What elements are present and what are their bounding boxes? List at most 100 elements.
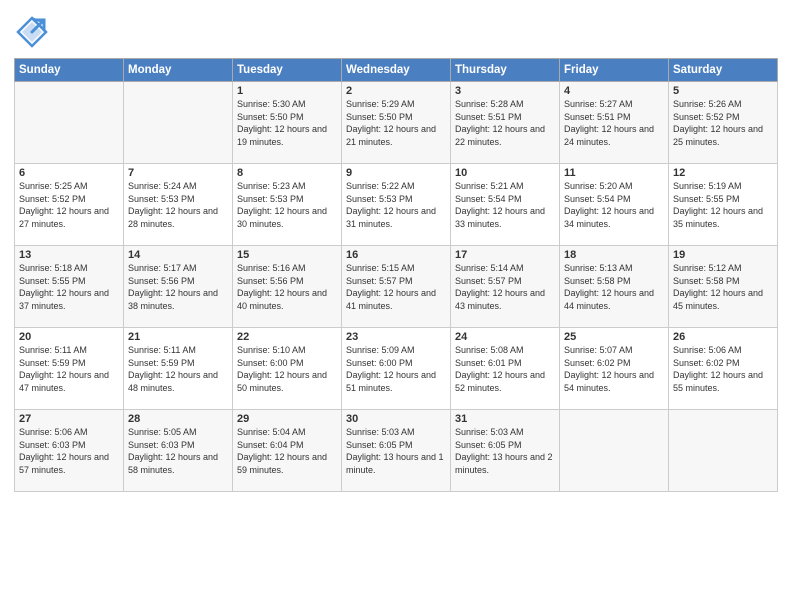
day-number: 2: [346, 85, 446, 97]
week-row-4: 20Sunrise: 5:11 AM Sunset: 5:59 PM Dayli…: [15, 328, 778, 410]
calendar-cell: 28Sunrise: 5:05 AM Sunset: 6:03 PM Dayli…: [124, 410, 233, 492]
day-info: Sunrise: 5:18 AM Sunset: 5:55 PM Dayligh…: [19, 262, 119, 312]
day-number: 31: [455, 413, 555, 425]
day-info: Sunrise: 5:04 AM Sunset: 6:04 PM Dayligh…: [237, 426, 337, 476]
day-info: Sunrise: 5:28 AM Sunset: 5:51 PM Dayligh…: [455, 98, 555, 148]
calendar-cell: 30Sunrise: 5:03 AM Sunset: 6:05 PM Dayli…: [342, 410, 451, 492]
calendar-cell: 13Sunrise: 5:18 AM Sunset: 5:55 PM Dayli…: [15, 246, 124, 328]
day-number: 7: [128, 167, 228, 179]
day-info: Sunrise: 5:08 AM Sunset: 6:01 PM Dayligh…: [455, 344, 555, 394]
calendar-cell: 2Sunrise: 5:29 AM Sunset: 5:50 PM Daylig…: [342, 82, 451, 164]
logo: [14, 14, 54, 50]
day-info: Sunrise: 5:11 AM Sunset: 5:59 PM Dayligh…: [128, 344, 228, 394]
day-info: Sunrise: 5:29 AM Sunset: 5:50 PM Dayligh…: [346, 98, 446, 148]
calendar-cell: 31Sunrise: 5:03 AM Sunset: 6:05 PM Dayli…: [451, 410, 560, 492]
day-number: 4: [564, 85, 664, 97]
day-number: 20: [19, 331, 119, 343]
calendar-cell: 3Sunrise: 5:28 AM Sunset: 5:51 PM Daylig…: [451, 82, 560, 164]
calendar-cell: [669, 410, 778, 492]
calendar-cell: 18Sunrise: 5:13 AM Sunset: 5:58 PM Dayli…: [560, 246, 669, 328]
day-info: Sunrise: 5:20 AM Sunset: 5:54 PM Dayligh…: [564, 180, 664, 230]
week-row-5: 27Sunrise: 5:06 AM Sunset: 6:03 PM Dayli…: [15, 410, 778, 492]
calendar-cell: 24Sunrise: 5:08 AM Sunset: 6:01 PM Dayli…: [451, 328, 560, 410]
day-number: 15: [237, 249, 337, 261]
calendar-cell: 5Sunrise: 5:26 AM Sunset: 5:52 PM Daylig…: [669, 82, 778, 164]
day-number: 8: [237, 167, 337, 179]
day-number: 23: [346, 331, 446, 343]
day-info: Sunrise: 5:26 AM Sunset: 5:52 PM Dayligh…: [673, 98, 773, 148]
day-info: Sunrise: 5:17 AM Sunset: 5:56 PM Dayligh…: [128, 262, 228, 312]
calendar-cell: [560, 410, 669, 492]
day-info: Sunrise: 5:23 AM Sunset: 5:53 PM Dayligh…: [237, 180, 337, 230]
day-info: Sunrise: 5:06 AM Sunset: 6:03 PM Dayligh…: [19, 426, 119, 476]
calendar-cell: 6Sunrise: 5:25 AM Sunset: 5:52 PM Daylig…: [15, 164, 124, 246]
calendar-cell: 16Sunrise: 5:15 AM Sunset: 5:57 PM Dayli…: [342, 246, 451, 328]
calendar-cell: 23Sunrise: 5:09 AM Sunset: 6:00 PM Dayli…: [342, 328, 451, 410]
day-info: Sunrise: 5:13 AM Sunset: 5:58 PM Dayligh…: [564, 262, 664, 312]
day-info: Sunrise: 5:11 AM Sunset: 5:59 PM Dayligh…: [19, 344, 119, 394]
day-info: Sunrise: 5:27 AM Sunset: 5:51 PM Dayligh…: [564, 98, 664, 148]
day-number: 30: [346, 413, 446, 425]
day-number: 24: [455, 331, 555, 343]
day-number: 16: [346, 249, 446, 261]
day-info: Sunrise: 5:22 AM Sunset: 5:53 PM Dayligh…: [346, 180, 446, 230]
calendar-cell: 9Sunrise: 5:22 AM Sunset: 5:53 PM Daylig…: [342, 164, 451, 246]
calendar-cell: 20Sunrise: 5:11 AM Sunset: 5:59 PM Dayli…: [15, 328, 124, 410]
day-number: 11: [564, 167, 664, 179]
day-info: Sunrise: 5:30 AM Sunset: 5:50 PM Dayligh…: [237, 98, 337, 148]
day-info: Sunrise: 5:16 AM Sunset: 5:56 PM Dayligh…: [237, 262, 337, 312]
day-info: Sunrise: 5:03 AM Sunset: 6:05 PM Dayligh…: [455, 426, 555, 476]
calendar-cell: 22Sunrise: 5:10 AM Sunset: 6:00 PM Dayli…: [233, 328, 342, 410]
day-number: 27: [19, 413, 119, 425]
calendar-table: SundayMondayTuesdayWednesdayThursdayFrid…: [14, 58, 778, 492]
calendar-cell: 4Sunrise: 5:27 AM Sunset: 5:51 PM Daylig…: [560, 82, 669, 164]
weekday-header-wednesday: Wednesday: [342, 59, 451, 82]
day-number: 22: [237, 331, 337, 343]
day-number: 5: [673, 85, 773, 97]
calendar-cell: 26Sunrise: 5:06 AM Sunset: 6:02 PM Dayli…: [669, 328, 778, 410]
day-info: Sunrise: 5:21 AM Sunset: 5:54 PM Dayligh…: [455, 180, 555, 230]
weekday-header-sunday: Sunday: [15, 59, 124, 82]
day-number: 9: [346, 167, 446, 179]
calendar-cell: 1Sunrise: 5:30 AM Sunset: 5:50 PM Daylig…: [233, 82, 342, 164]
weekday-header-saturday: Saturday: [669, 59, 778, 82]
weekday-header-friday: Friday: [560, 59, 669, 82]
calendar-cell: 8Sunrise: 5:23 AM Sunset: 5:53 PM Daylig…: [233, 164, 342, 246]
day-info: Sunrise: 5:12 AM Sunset: 5:58 PM Dayligh…: [673, 262, 773, 312]
day-info: Sunrise: 5:15 AM Sunset: 5:57 PM Dayligh…: [346, 262, 446, 312]
day-info: Sunrise: 5:25 AM Sunset: 5:52 PM Dayligh…: [19, 180, 119, 230]
calendar-cell: 10Sunrise: 5:21 AM Sunset: 5:54 PM Dayli…: [451, 164, 560, 246]
day-info: Sunrise: 5:05 AM Sunset: 6:03 PM Dayligh…: [128, 426, 228, 476]
day-number: 3: [455, 85, 555, 97]
calendar-body: 1Sunrise: 5:30 AM Sunset: 5:50 PM Daylig…: [15, 82, 778, 492]
day-info: Sunrise: 5:14 AM Sunset: 5:57 PM Dayligh…: [455, 262, 555, 312]
calendar-cell: 11Sunrise: 5:20 AM Sunset: 5:54 PM Dayli…: [560, 164, 669, 246]
page: SundayMondayTuesdayWednesdayThursdayFrid…: [0, 0, 792, 500]
day-number: 21: [128, 331, 228, 343]
calendar-cell: [15, 82, 124, 164]
weekday-header-monday: Monday: [124, 59, 233, 82]
calendar-cell: 12Sunrise: 5:19 AM Sunset: 5:55 PM Dayli…: [669, 164, 778, 246]
calendar-cell: 15Sunrise: 5:16 AM Sunset: 5:56 PM Dayli…: [233, 246, 342, 328]
day-info: Sunrise: 5:24 AM Sunset: 5:53 PM Dayligh…: [128, 180, 228, 230]
day-info: Sunrise: 5:06 AM Sunset: 6:02 PM Dayligh…: [673, 344, 773, 394]
day-number: 13: [19, 249, 119, 261]
day-number: 25: [564, 331, 664, 343]
week-row-2: 6Sunrise: 5:25 AM Sunset: 5:52 PM Daylig…: [15, 164, 778, 246]
day-info: Sunrise: 5:19 AM Sunset: 5:55 PM Dayligh…: [673, 180, 773, 230]
calendar-cell: 14Sunrise: 5:17 AM Sunset: 5:56 PM Dayli…: [124, 246, 233, 328]
calendar-cell: 17Sunrise: 5:14 AM Sunset: 5:57 PM Dayli…: [451, 246, 560, 328]
day-number: 19: [673, 249, 773, 261]
day-number: 10: [455, 167, 555, 179]
header: [14, 10, 778, 50]
weekday-header-row: SundayMondayTuesdayWednesdayThursdayFrid…: [15, 59, 778, 82]
calendar-cell: 29Sunrise: 5:04 AM Sunset: 6:04 PM Dayli…: [233, 410, 342, 492]
weekday-header-tuesday: Tuesday: [233, 59, 342, 82]
day-number: 18: [564, 249, 664, 261]
week-row-3: 13Sunrise: 5:18 AM Sunset: 5:55 PM Dayli…: [15, 246, 778, 328]
day-number: 26: [673, 331, 773, 343]
day-number: 12: [673, 167, 773, 179]
day-number: 28: [128, 413, 228, 425]
calendar-cell: [124, 82, 233, 164]
day-info: Sunrise: 5:09 AM Sunset: 6:00 PM Dayligh…: [346, 344, 446, 394]
